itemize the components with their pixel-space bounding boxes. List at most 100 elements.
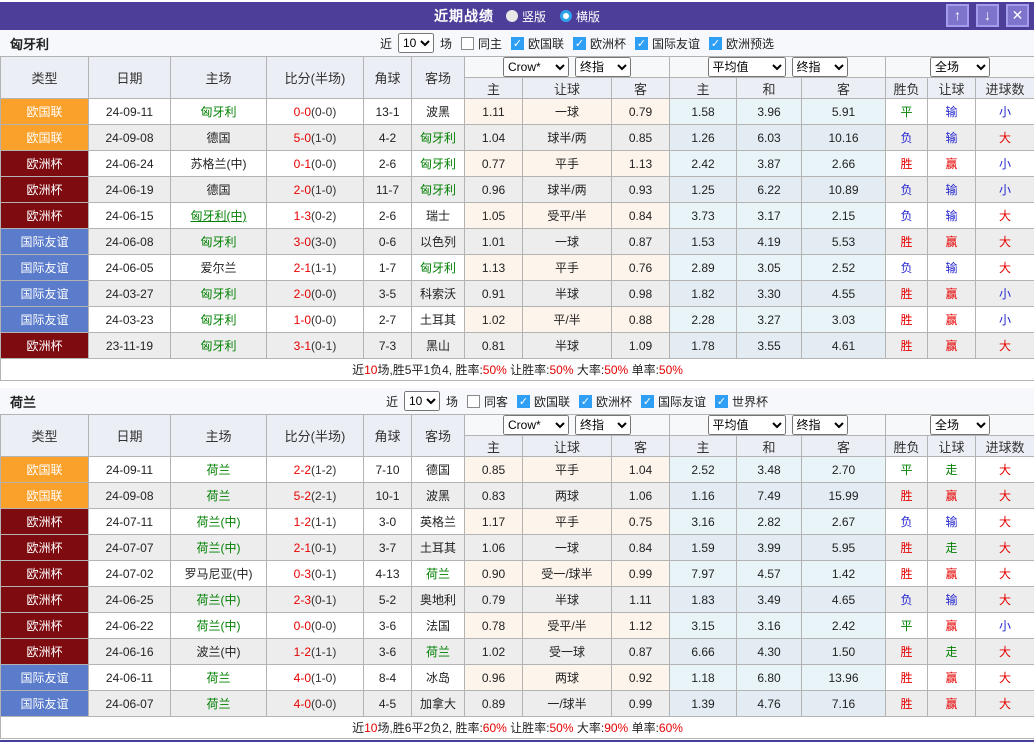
away-team: 荷兰 bbox=[412, 639, 465, 665]
handicap-line: 受平/半 bbox=[523, 613, 612, 639]
summary-segment: 让胜率: bbox=[507, 363, 550, 377]
match-date: 24-06-25 bbox=[89, 587, 171, 613]
match-score: 2-1(0-1) bbox=[267, 535, 364, 561]
league-type-badge: 欧洲杯 bbox=[1, 509, 89, 535]
result-handicap: 赢 bbox=[928, 561, 976, 587]
sub-column-header: 客 bbox=[802, 436, 886, 457]
result-handicap: 输 bbox=[928, 99, 976, 125]
away-team: 波黑 bbox=[412, 99, 465, 125]
table-row: 欧洲杯24-06-22荷兰(中)0-0(0-0)3-6法国0.78受平/半1.1… bbox=[1, 613, 1034, 639]
odds-source-select[interactable]: Crow* bbox=[503, 415, 569, 435]
radio-vertical-layout[interactable]: 竖版 bbox=[506, 8, 546, 25]
result-handicap: 走 bbox=[928, 639, 976, 665]
league-checkbox[interactable]: ✓ bbox=[709, 37, 722, 50]
league-checkbox[interactable]: ✓ bbox=[573, 37, 586, 50]
same-venue-checkbox[interactable] bbox=[467, 395, 480, 408]
move-up-button[interactable]: ↑ bbox=[946, 4, 969, 27]
final-odds-select[interactable]: 终指 bbox=[792, 57, 848, 77]
match-score: 1-3(0-2) bbox=[267, 203, 364, 229]
sub-column-header: 主 bbox=[670, 436, 737, 457]
result-handicap: 走 bbox=[928, 457, 976, 483]
same-venue-checkbox[interactable] bbox=[461, 37, 474, 50]
result-goals: 小 bbox=[976, 99, 1034, 125]
league-label: 欧洲杯 bbox=[590, 35, 626, 52]
match-score: 5-0(1-0) bbox=[267, 125, 364, 151]
avg-odds-draw: 3.05 bbox=[737, 255, 802, 281]
match-count-select[interactable]: 10 bbox=[398, 33, 434, 53]
handicap-odds-away: 0.84 bbox=[612, 535, 670, 561]
final-odds-select[interactable]: 终指 bbox=[575, 415, 631, 435]
result-goals: 大 bbox=[976, 333, 1034, 359]
match-score: 3-1(0-1) bbox=[267, 333, 364, 359]
sub-column-header: 进球数 bbox=[976, 78, 1034, 99]
avg-odds-home: 1.78 bbox=[670, 333, 737, 359]
corner-count: 2-7 bbox=[364, 307, 412, 333]
column-header: 类型 bbox=[1, 415, 89, 457]
match-score: 1-2(1-1) bbox=[267, 509, 364, 535]
league-checkbox[interactable]: ✓ bbox=[517, 395, 530, 408]
corner-count: 3-5 bbox=[364, 281, 412, 307]
final-odds-select[interactable]: 终指 bbox=[792, 415, 848, 435]
result-goals: 大 bbox=[976, 509, 1034, 535]
summary-segment: 50% bbox=[659, 363, 683, 377]
home-team: 爱尔兰 bbox=[171, 255, 267, 281]
close-button[interactable]: ✕ bbox=[1006, 4, 1029, 27]
summary-segment: 单率: bbox=[628, 363, 659, 377]
table-row: 国际友谊24-06-07荷兰4-0(0-0)4-5加拿大0.89一/球半0.99… bbox=[1, 691, 1034, 717]
result-winlose: 平 bbox=[886, 99, 928, 125]
avg-odds-away: 4.65 bbox=[802, 587, 886, 613]
radio-selected-icon bbox=[560, 10, 572, 22]
result-handicap: 赢 bbox=[928, 229, 976, 255]
fulltime-select[interactable]: 全场 bbox=[930, 415, 990, 435]
home-team: 荷兰 bbox=[171, 691, 267, 717]
summary-segment: 近 bbox=[352, 721, 364, 735]
handicap-odds-away: 0.99 bbox=[612, 691, 670, 717]
match-count-select[interactable]: 10 bbox=[404, 391, 440, 411]
handicap-line: 平手 bbox=[523, 457, 612, 483]
home-team: 波兰(中) bbox=[171, 639, 267, 665]
avg-odds-home: 1.82 bbox=[670, 281, 737, 307]
section-filter-row: 匈牙利近10场同主✓欧国联✓欧洲杯✓国际友谊✓欧洲预选 bbox=[0, 30, 1034, 56]
summary-segment: 90% bbox=[604, 721, 628, 735]
table-row: 国际友谊24-06-05爱尔兰2-1(1-1)1-7匈牙利1.13平手0.762… bbox=[1, 255, 1034, 281]
league-checkbox[interactable]: ✓ bbox=[635, 37, 648, 50]
corner-count: 3-6 bbox=[364, 613, 412, 639]
average-select[interactable]: 平均值 bbox=[708, 415, 786, 435]
corner-count: 3-0 bbox=[364, 509, 412, 535]
home-team: 荷兰(中) bbox=[171, 535, 267, 561]
move-down-button[interactable]: ↓ bbox=[976, 4, 999, 27]
corner-count: 2-6 bbox=[364, 151, 412, 177]
odds-source-select[interactable]: Crow* bbox=[503, 57, 569, 77]
average-select[interactable]: 平均值 bbox=[708, 57, 786, 77]
handicap-odds-home: 0.83 bbox=[465, 483, 523, 509]
match-score: 5-2(2-1) bbox=[267, 483, 364, 509]
avg-odds-home: 7.97 bbox=[670, 561, 737, 587]
handicap-odds-away: 0.88 bbox=[612, 307, 670, 333]
result-winlose: 胜 bbox=[886, 307, 928, 333]
sub-column-header: 主 bbox=[465, 436, 523, 457]
team-name: 匈牙利 bbox=[10, 34, 49, 53]
radio-horizontal-layout[interactable]: 横版 bbox=[560, 8, 600, 25]
games-label: 场 bbox=[446, 393, 458, 410]
handicap-line: 一球 bbox=[523, 229, 612, 255]
match-date: 24-03-27 bbox=[89, 281, 171, 307]
league-type-badge: 欧洲杯 bbox=[1, 151, 89, 177]
final-odds-select[interactable]: 终指 bbox=[575, 57, 631, 77]
match-score: 0-3(0-1) bbox=[267, 561, 364, 587]
result-goals: 小 bbox=[976, 151, 1034, 177]
handicap-odds-home: 0.90 bbox=[465, 561, 523, 587]
league-checkbox[interactable]: ✓ bbox=[715, 395, 728, 408]
handicap-odds-away: 0.92 bbox=[612, 665, 670, 691]
summary-segment: 50% bbox=[550, 721, 574, 735]
fulltime-select[interactable]: 全场 bbox=[930, 57, 990, 77]
table-row: 国际友谊24-03-23匈牙利1-0(0-0)2-7土耳其1.02平/半0.88… bbox=[1, 307, 1034, 333]
avg-odds-home: 1.53 bbox=[670, 229, 737, 255]
match-date: 24-09-08 bbox=[89, 125, 171, 151]
home-team[interactable]: 匈牙利(中) bbox=[171, 203, 267, 229]
league-checkbox[interactable]: ✓ bbox=[579, 395, 592, 408]
match-date: 24-06-11 bbox=[89, 665, 171, 691]
summary-segment: 10 bbox=[364, 721, 377, 735]
result-handicap: 赢 bbox=[928, 691, 976, 717]
league-checkbox[interactable]: ✓ bbox=[511, 37, 524, 50]
league-checkbox[interactable]: ✓ bbox=[641, 395, 654, 408]
